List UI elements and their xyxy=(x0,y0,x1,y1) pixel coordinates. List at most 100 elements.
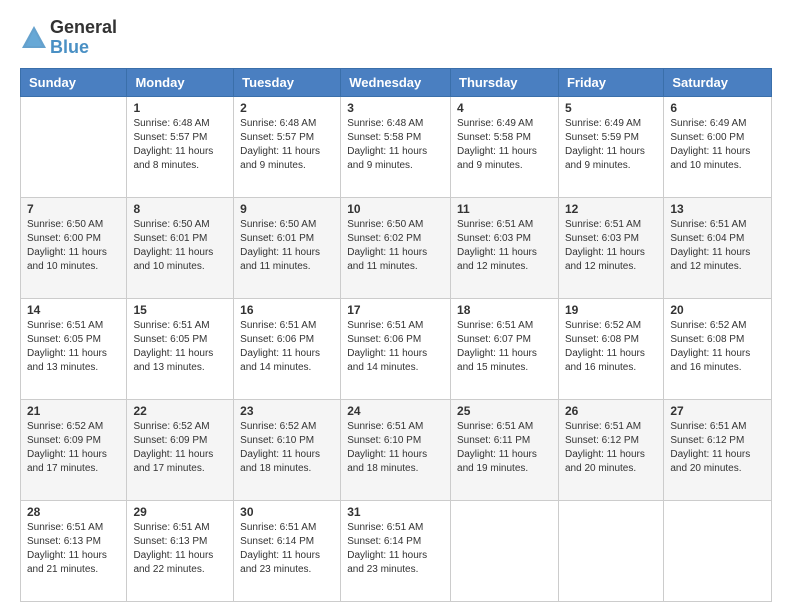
daylight-label: Daylight: 11 hours and 8 minutes. xyxy=(133,146,213,171)
day-info: Sunrise: 6:51 AMSunset: 6:06 PMDaylight:… xyxy=(240,319,334,375)
sunset-label: Sunset: 6:09 PM xyxy=(27,435,101,446)
calendar-cell xyxy=(664,500,772,601)
sunrise-label: Sunrise: 6:52 AM xyxy=(27,421,103,432)
day-info: Sunrise: 6:51 AMSunset: 6:10 PMDaylight:… xyxy=(347,420,444,476)
day-number: 15 xyxy=(133,303,227,317)
sunset-label: Sunset: 6:02 PM xyxy=(347,233,421,244)
sunset-label: Sunset: 6:13 PM xyxy=(27,536,101,547)
weekday-header-sunday: Sunday xyxy=(21,68,127,96)
calendar-cell: 19Sunrise: 6:52 AMSunset: 6:08 PMDayligh… xyxy=(558,298,663,399)
weekday-header-thursday: Thursday xyxy=(451,68,559,96)
sunset-label: Sunset: 6:10 PM xyxy=(347,435,421,446)
calendar-cell xyxy=(451,500,559,601)
day-info: Sunrise: 6:49 AMSunset: 6:00 PMDaylight:… xyxy=(670,117,765,173)
calendar-cell: 2Sunrise: 6:48 AMSunset: 5:57 PMDaylight… xyxy=(234,96,341,197)
sunset-label: Sunset: 6:06 PM xyxy=(240,334,314,345)
day-info: Sunrise: 6:52 AMSunset: 6:10 PMDaylight:… xyxy=(240,420,334,476)
day-number: 14 xyxy=(27,303,120,317)
day-number: 9 xyxy=(240,202,334,216)
header: General Blue xyxy=(20,18,772,58)
calendar-week-row: 7Sunrise: 6:50 AMSunset: 6:00 PMDaylight… xyxy=(21,197,772,298)
sunrise-label: Sunrise: 6:51 AM xyxy=(457,219,533,230)
calendar-cell: 20Sunrise: 6:52 AMSunset: 6:08 PMDayligh… xyxy=(664,298,772,399)
calendar-cell: 30Sunrise: 6:51 AMSunset: 6:14 PMDayligh… xyxy=(234,500,341,601)
daylight-label: Daylight: 11 hours and 23 minutes. xyxy=(347,550,427,575)
daylight-label: Daylight: 11 hours and 16 minutes. xyxy=(670,348,750,373)
day-info: Sunrise: 6:50 AMSunset: 6:01 PMDaylight:… xyxy=(133,218,227,274)
day-number: 21 xyxy=(27,404,120,418)
day-number: 5 xyxy=(565,101,657,115)
calendar-cell: 25Sunrise: 6:51 AMSunset: 6:11 PMDayligh… xyxy=(451,399,559,500)
day-info: Sunrise: 6:51 AMSunset: 6:13 PMDaylight:… xyxy=(133,521,227,577)
day-number: 28 xyxy=(27,505,120,519)
day-number: 26 xyxy=(565,404,657,418)
sunrise-label: Sunrise: 6:51 AM xyxy=(670,219,746,230)
day-number: 24 xyxy=(347,404,444,418)
day-info: Sunrise: 6:51 AMSunset: 6:05 PMDaylight:… xyxy=(133,319,227,375)
day-info: Sunrise: 6:51 AM Sunset: 6:04 PM Daylight:… xyxy=(670,218,765,274)
day-info: Sunrise: 6:48 AMSunset: 5:57 PMDaylight:… xyxy=(133,117,227,173)
calendar-cell: 22Sunrise: 6:52 AMSunset: 6:09 PMDayligh… xyxy=(127,399,234,500)
daylight-label: Daylight: 11 hours and 12 minutes. xyxy=(670,247,750,272)
day-info: Sunrise: 6:51 AMSunset: 6:03 PMDaylight:… xyxy=(457,218,552,274)
day-info: Sunrise: 6:50 AMSunset: 6:00 PMDaylight:… xyxy=(27,218,120,274)
daylight-label: Daylight: 11 hours and 17 minutes. xyxy=(133,449,213,474)
day-number: 23 xyxy=(240,404,334,418)
daylight-label: Daylight: 11 hours and 18 minutes. xyxy=(347,449,427,474)
calendar-cell: 13Sunrise: 6:51 AMSunset: 6:04 PMDayligh… xyxy=(664,197,772,298)
day-info: Sunrise: 6:50 AMSunset: 6:01 PMDaylight:… xyxy=(240,218,334,274)
calendar-week-row: 21 Sunrise: 6:52 AM Sunset: 6:09 PM Dayligh… xyxy=(21,399,772,500)
calendar-cell: 17Sunrise: 6:51 AMSunset: 6:06 PMDayligh… xyxy=(341,298,451,399)
sunrise-label: Sunrise: 6:51 AM xyxy=(133,522,209,533)
day-info: Sunrise: 6:48 AMSunset: 5:58 PMDaylight:… xyxy=(347,117,444,173)
day-number: 16 xyxy=(240,303,334,317)
calendar-cell: 15 Sunrise: 6:51 AMSunset: 6:05 PMDayligh… xyxy=(127,298,234,399)
daylight-label: Daylight: 11 hours and 10 minutes. xyxy=(670,146,750,171)
sunrise-label: Sunrise: 6:50 AM xyxy=(133,219,209,230)
sunset-label: Sunset: 6:08 PM xyxy=(670,334,744,345)
calendar-cell: 9 Sunrise: 6:50 AMSunset: 6:01 PMDaylight… xyxy=(234,197,341,298)
calendar-week-row: 1Sunrise: 6:48 AMSunset: 5:57 PMDaylight… xyxy=(21,96,772,197)
sunset-label: Sunset: 6:00 PM xyxy=(27,233,101,244)
daylight-label: Daylight: 11 hours and 11 minutes. xyxy=(347,247,427,272)
calendar-cell: 11Sunrise: 6:51 AMSunset: 6:03 PMDayligh… xyxy=(451,197,559,298)
daylight-label: Daylight: 11 hours and 9 minutes. xyxy=(240,146,320,171)
calendar-week-row: 14 Sunrise: 6:51 AMSunset: 6:05 PMDayligh… xyxy=(21,298,772,399)
calendar-cell: 24 Sunrise: 6:51 AMSunset: 6:10 PMDayligh… xyxy=(341,399,451,500)
day-number: 2 xyxy=(240,101,334,115)
sunset-label: Sunset: 5:58 PM xyxy=(347,132,421,143)
sunset-label: Sunset: 6:04 PM xyxy=(670,233,744,244)
sunset-label: Sunset: 5:58 PM xyxy=(457,132,531,143)
sunset-label: Sunset: 6:00 PM xyxy=(670,132,744,143)
day-info: Sunrise: 6:51 AMSunset: 6:03 PMDaylight:… xyxy=(565,218,657,274)
calendar-cell: 1Sunrise: 6:48 AMSunset: 5:57 PMDaylight… xyxy=(127,96,234,197)
day-number: 3 xyxy=(347,101,444,115)
logo-text: General Blue xyxy=(50,18,117,58)
daylight-label: Daylight: 11 hours and 13 minutes. xyxy=(133,348,213,373)
daylight-label: Daylight: 11 hours and 11 minutes. xyxy=(240,247,320,272)
day-info: Sunrise: 6:51 AMSunset: 6:12 PMDaylight:… xyxy=(670,420,765,476)
daylight-label: Daylight: 11 hours and 13 minutes. xyxy=(27,348,107,373)
sunset-label: Sunset: 6:14 PM xyxy=(347,536,421,547)
day-info: Sunrise: 6:52 AMSunset: 6:09 PMDaylight:… xyxy=(27,420,120,476)
sunset-label: Sunset: 6:11 PM xyxy=(457,435,530,446)
daylight-label: Daylight: 11 hours and 9 minutes. xyxy=(457,146,537,171)
daylight-label: Daylight: 11 hours and 12 minutes. xyxy=(565,247,645,272)
daylight-label: Daylight: 11 hours and 14 minutes. xyxy=(347,348,427,373)
daylight-label: Daylight: 11 hours and 21 minutes. xyxy=(27,550,107,575)
day-number: 22 xyxy=(133,404,227,418)
sunset-label: Sunset: 6:06 PM xyxy=(347,334,421,345)
daylight-label: Daylight: 11 hours and 18 minutes. xyxy=(240,449,320,474)
daylight-label: Daylight: 11 hours and 22 minutes. xyxy=(133,550,213,575)
sunrise-label: Sunrise: 6:52 AM xyxy=(240,421,316,432)
sunrise-label: Sunrise: 6:50 AM xyxy=(240,219,316,230)
sunrise-label: Sunrise: 6:51 AM xyxy=(565,219,641,230)
sunrise-label: Sunrise: 6:51 AM xyxy=(27,320,103,331)
sunset-label: Sunset: 6:08 PM xyxy=(565,334,639,345)
day-info: Sunrise: 6:52 AMSunset: 6:08 PMDaylight:… xyxy=(565,319,657,375)
day-number: 29 xyxy=(133,505,227,519)
calendar-cell: 26Sunrise: 6:51 AMSunset: 6:12 PMDayligh… xyxy=(558,399,663,500)
daylight-label: Daylight: 11 hours and 20 minutes. xyxy=(670,449,750,474)
calendar-week-row: 28Sunrise: 6:51 AMSunset: 6:13 PMDayligh… xyxy=(21,500,772,601)
calendar-cell: 14Sunrise: 6:51 AMSunset: 6:05 PMDayligh… xyxy=(21,298,127,399)
